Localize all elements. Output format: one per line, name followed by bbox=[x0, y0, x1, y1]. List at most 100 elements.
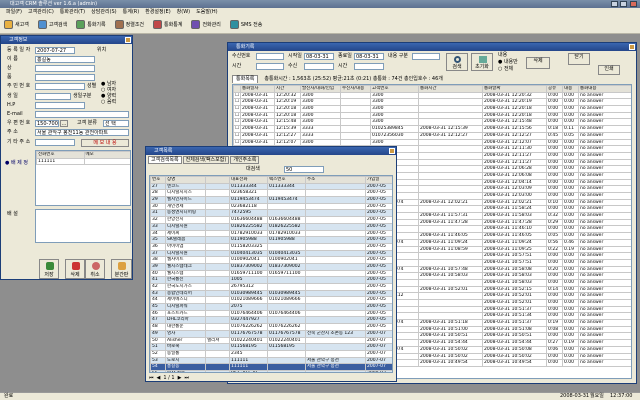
name-field[interactable]: 홍길동 bbox=[35, 56, 95, 63]
customer-row[interactable]: 36 아이이엠 01158203325 2007-05 bbox=[150, 242, 392, 251]
class-select[interactable]: 선 택 bbox=[103, 120, 129, 127]
view-button[interactable]: 분간판 bbox=[111, 259, 132, 279]
row-checkbox[interactable]: ☐ bbox=[233, 138, 241, 147]
popup-search-field[interactable]: 50 bbox=[284, 166, 324, 173]
toolbar-button[interactable]: 통화기록 bbox=[76, 20, 106, 29]
toolbar-button[interactable]: 새고객 bbox=[4, 20, 29, 29]
reg-date-field[interactable]: 2007-07-27 bbox=[35, 47, 75, 54]
call-row[interactable]: ☐ 2008-03-31 12:12:27 3333 01072356030 2008-0… bbox=[233, 131, 631, 140]
customer-row[interactable]: 52 동일통 2345 2007-07 bbox=[150, 349, 392, 358]
call-row[interactable]: ☐ 2008-03-31 12:20:18 3300 3300 2008-03-31 12… bbox=[233, 111, 631, 120]
minimize-button[interactable] bbox=[611, 1, 618, 7]
popup-tab[interactable]: 개인주소록 bbox=[230, 156, 260, 164]
customer-row[interactable]: 30 개인경제 023682118 2007-05 bbox=[150, 202, 392, 211]
customer-row[interactable]: 33 디지털지원 01826225582 01826225582 2007-05 bbox=[150, 222, 392, 231]
menu-item[interactable]: 고객관리(C) bbox=[28, 9, 54, 15]
call-row[interactable]: ☐ 2008-03-31 12:15:48 3300 3300 2008-03-31 12… bbox=[233, 118, 631, 127]
menu-item[interactable]: 통계(R) bbox=[123, 9, 140, 15]
memo-cell[interactable] bbox=[83, 157, 130, 166]
call-row[interactable]: ☐ 2008-03-31 12:20:32 3300 3300 2008-03-31 12… bbox=[233, 91, 631, 100]
note-field[interactable] bbox=[35, 209, 131, 243]
delete-button[interactable]: 삭제 bbox=[65, 259, 85, 279]
toolbar-button[interactable]: 통화통계 bbox=[153, 20, 182, 29]
toolbar-button[interactable]: 정렬조건 bbox=[114, 20, 144, 29]
row-checkbox[interactable]: ☐ bbox=[233, 98, 241, 107]
customer-row[interactable]: 39 웰시스템테크 01837309002 01837309002 2007-05 bbox=[150, 262, 392, 271]
all-radio[interactable]: ○ 전체 bbox=[498, 66, 513, 73]
mobile-field[interactable] bbox=[35, 102, 85, 109]
customer-row[interactable]: 44 제이에스디 01021089666 01021089666 2007-05 bbox=[150, 296, 392, 305]
jumin-field[interactable] bbox=[35, 83, 85, 90]
cancel-button[interactable]: 취소 bbox=[85, 259, 105, 279]
call-row[interactable]: ☐ 2008-03-31 12:15:39 3333 01025389845 2008-0… bbox=[233, 125, 631, 133]
memo-button[interactable]: 메 모 내 용 bbox=[81, 139, 129, 147]
menu-item[interactable]: 통화관리(T) bbox=[60, 9, 85, 15]
customer-row[interactable]: 51 바로쿡 011568195 011568195 2007-07 bbox=[150, 343, 392, 351]
address-field[interactable]: 서울 관악구 봉천11동 관천아파트 bbox=[35, 129, 129, 136]
menu-item[interactable]: 창(W) bbox=[177, 9, 190, 15]
customer-row[interactable]: 41 한국통신 1005 2007-05 bbox=[150, 276, 392, 284]
close-button[interactable] bbox=[630, 1, 637, 7]
toolbar-button[interactable]: SMS 전송 bbox=[229, 20, 262, 29]
zip-search-button[interactable]: … bbox=[60, 120, 68, 127]
end-time-field[interactable] bbox=[354, 63, 384, 70]
call-row[interactable]: ☐ 2008-03-31 12:20:18 3300 3300 2008-03-31 12… bbox=[233, 105, 631, 113]
customer-row[interactable]: 40 웰시스템 01659711100 01659711100 2007-05 bbox=[150, 269, 392, 278]
close-log-button[interactable]: 닫기 bbox=[568, 53, 590, 65]
extra-address-field[interactable] bbox=[35, 139, 75, 146]
row-checkbox[interactable]: ☐ bbox=[233, 131, 241, 140]
toolbar-button[interactable]: 고객검색 bbox=[37, 20, 67, 29]
tab-call-list[interactable]: 통화목록 bbox=[232, 75, 259, 83]
menu-item[interactable]: 파일(F) bbox=[6, 9, 22, 15]
customer-row[interactable]: 35 SK텔레콤 011905988 011905988 2007-05 bbox=[150, 236, 392, 244]
last-page-icon[interactable]: ⏭ bbox=[184, 375, 189, 381]
customer-row[interactable]: 42 한국도시가스 26795312 2007-05 bbox=[150, 283, 392, 291]
lunar-radio[interactable]: ○ 음력 bbox=[101, 99, 116, 106]
customer-row[interactable]: 27 엔코드 011333344 011333344 2007-05 bbox=[150, 182, 392, 191]
customer-row[interactable]: 49 영자 01176767578 01176767578 전북 군산시 조촌동 123… bbox=[150, 329, 392, 338]
birth-field[interactable] bbox=[35, 93, 71, 100]
customer-row[interactable]: 53 도로시 111111 서울 관악구 봉천 2007-07 bbox=[150, 356, 392, 365]
call-row[interactable]: ☐ 2008-03-31 12:20:19 3300 3300 2008-03-31 12… bbox=[233, 98, 631, 107]
prev-page-icon[interactable]: ◀ bbox=[157, 375, 161, 381]
customer-row[interactable]: 55부산 접수 051-297-39 2008-03 bbox=[150, 369, 392, 372]
customer-row[interactable]: 32 한양전지 01636604488 01636604488 2007-05 bbox=[150, 216, 392, 224]
customer-row[interactable]: 28 디지털지시스 023658321 2007-05 bbox=[150, 189, 392, 198]
memo-cell[interactable]: 111111 bbox=[36, 157, 85, 166]
from-date-field[interactable]: 08-03-31 bbox=[304, 53, 334, 60]
customer-row[interactable]: 45 디지털파워 2075 2007-05 bbox=[150, 303, 392, 311]
email-field[interactable] bbox=[35, 111, 129, 118]
field1-input[interactable] bbox=[35, 65, 95, 72]
save-button[interactable]: 저장 bbox=[39, 259, 59, 279]
row-checkbox[interactable]: ☐ bbox=[233, 125, 241, 133]
menu-item[interactable]: 환경설정(E) bbox=[145, 9, 170, 15]
first-page-icon[interactable]: ⏮ bbox=[149, 375, 154, 381]
row-checkbox[interactable]: ☐ bbox=[233, 105, 241, 113]
popup-close-icon[interactable] bbox=[389, 148, 395, 154]
row-checkbox[interactable]: ☐ bbox=[233, 118, 241, 127]
customer-row[interactable]: 38 웹사이트 0100902041 0100902041 2007-05 bbox=[150, 256, 392, 264]
toolbar-button[interactable]: 전화관리 bbox=[191, 20, 221, 29]
menu-item[interactable]: 도움말(H) bbox=[196, 9, 217, 15]
maximize-button[interactable] bbox=[620, 1, 627, 7]
zip-field[interactable]: 150-700 bbox=[35, 120, 59, 127]
calls-close-icon[interactable] bbox=[629, 44, 635, 50]
customer-row[interactable]: 31 동성엔지니어링 7472595 2007-05 bbox=[150, 209, 392, 218]
search-button[interactable]: 검색 bbox=[446, 53, 468, 71]
count-field[interactable] bbox=[304, 63, 334, 70]
customer-row[interactable]: 43 종합인테리어 01030989445 01030989445 2007-05 bbox=[150, 289, 392, 298]
customer-row[interactable]: 47 DHL코리아 0327447927 2007-05 bbox=[150, 316, 392, 325]
customer-row[interactable]: 50 Alisher 앨리셔 01022240401 01022240401 2007-0… bbox=[150, 336, 392, 345]
next-page-icon[interactable]: ▶ bbox=[178, 375, 182, 381]
customer-row[interactable]: 29 헬지인사이드 0119453474 0119453474 2007-05 bbox=[150, 196, 392, 204]
popup-tab[interactable]: 전체검색(팩스포함) bbox=[182, 156, 230, 164]
print-button[interactable]: 인쇄 bbox=[598, 65, 620, 75]
caller-number-field[interactable] bbox=[256, 53, 284, 60]
to-date-field[interactable]: 08-03-31 bbox=[354, 53, 384, 60]
customer-close-icon[interactable] bbox=[125, 37, 131, 43]
menu-item[interactable]: 상담관리(S) bbox=[91, 9, 116, 15]
field2-input[interactable] bbox=[35, 74, 95, 81]
customer-row[interactable]: 37 디지털지원 01040413035 01040413035 2007-05 bbox=[150, 249, 392, 258]
time-field[interactable] bbox=[256, 63, 284, 70]
call-row[interactable]: ☐ 2008-03-31 12:12:07 3300 3300 2008-03-31 12… bbox=[233, 138, 631, 147]
